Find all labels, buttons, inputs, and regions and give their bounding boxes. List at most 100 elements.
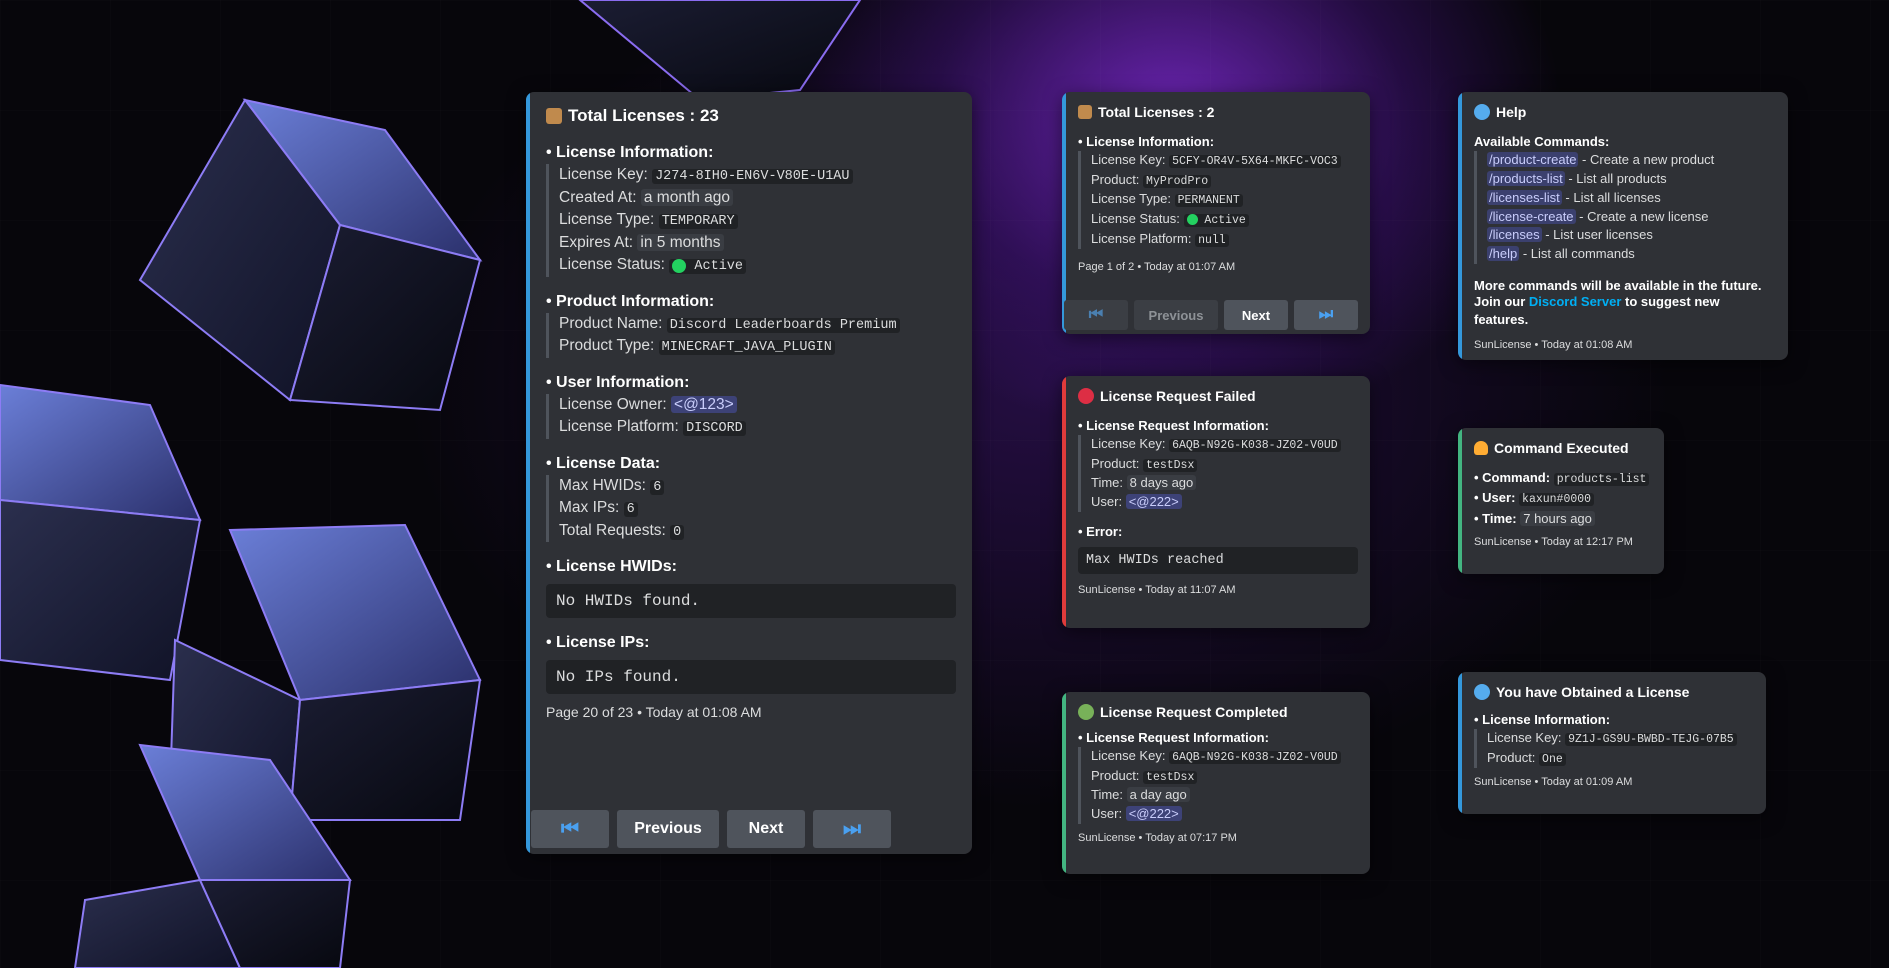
expires-at: in 5 months [637, 233, 724, 251]
embed-title: You have Obtained a License [1474, 684, 1754, 700]
status-dot-icon [1186, 214, 1198, 226]
max-ips: 6 [623, 502, 638, 518]
time: a day ago [1126, 787, 1190, 803]
command-item: /product-create - Create a new product [1487, 151, 1776, 170]
first-page-button[interactable]: ⏮ [531, 810, 609, 848]
user-mention[interactable]: <@222> [1125, 806, 1182, 822]
time-value: 7 hours ago [1520, 510, 1595, 526]
license-key: 5CFY-OR4V-5X64-MKFC-VOC3 [1169, 155, 1341, 168]
command-executed-embed: Command Executed • Command: products-lis… [1458, 428, 1664, 574]
license-platform: DISCORD [683, 421, 746, 437]
total-requests: 0 [670, 524, 685, 540]
embed-footer: SunLicense • Today at 01:09 AM [1474, 776, 1633, 789]
product: testDsx [1143, 770, 1198, 784]
user-mention[interactable]: <@222> [1125, 494, 1182, 510]
section-user-info: User Information: [556, 373, 690, 391]
section-license-data: License Data: [556, 454, 661, 472]
section-ips: License IPs: [556, 634, 650, 652]
max-hwids: 6 [650, 479, 665, 495]
command-mention[interactable]: /help [1487, 246, 1520, 262]
package-icon [1078, 105, 1092, 119]
commands-list: /product-create - Create a new product/p… [1474, 151, 1776, 265]
embed-footer: SunLicense • Today at 11:07 AM [1078, 584, 1236, 597]
command-description: - List all licenses [1561, 189, 1661, 205]
license-platform: null [1195, 233, 1229, 247]
embed-title: Help [1474, 104, 1776, 120]
help-embed: Help Available Commands: /product-create… [1458, 92, 1788, 360]
embed-title: License Request Failed [1078, 388, 1358, 404]
section-hwids: License HWIDs: [556, 558, 677, 576]
command-mention[interactable]: /product-create [1487, 152, 1579, 167]
next-button[interactable]: Next [1224, 300, 1288, 330]
main-license-embed: Total Licenses : 23 • License Informatio… [526, 92, 972, 854]
license-key: 6AQB-N92G-K038-JZ02-V0UD [1169, 439, 1341, 452]
section-product-info: Product Information: [556, 292, 715, 310]
hwids-codeblock: No HWIDs found. [546, 584, 956, 619]
ips-codeblock: No IPs found. [546, 660, 956, 695]
request-failed-embed: License Request Failed • License Request… [1062, 376, 1370, 628]
command-mention[interactable]: /products-list [1487, 170, 1565, 186]
product: One [1539, 752, 1566, 766]
discord-server-link[interactable]: Discord Server [1529, 294, 1622, 309]
command-item: /licenses-list - List all licenses [1487, 189, 1776, 208]
first-page-button[interactable]: ⏮ [1064, 300, 1128, 330]
command-item: /help - List all commands [1487, 245, 1776, 264]
command-mention[interactable]: /licenses [1487, 227, 1542, 243]
previous-button[interactable]: Previous [1134, 300, 1218, 330]
embed-footer: Page 20 of 23 • Today at 01:08 AM [546, 704, 762, 721]
embed-title: Command Executed [1474, 440, 1652, 456]
license-status: Active [1183, 214, 1249, 228]
embed-title: License Request Completed [1078, 704, 1358, 720]
created-at: a month ago [640, 188, 734, 206]
red-circle-icon [1078, 388, 1094, 404]
section-license-info: License Information: [556, 144, 714, 161]
embed-title: Total Licenses : 2 [1078, 104, 1358, 120]
small-pagination: ⏮ Previous Next ⏭ [1064, 300, 1358, 330]
command-item: /products-list - List all products [1487, 170, 1776, 189]
more-commands-note: More commands will be available in the f… [1474, 278, 1762, 294]
next-button[interactable]: Next [727, 810, 805, 848]
commands-header: Available Commands: [1474, 134, 1610, 149]
license-type: TEMPORARY [658, 214, 738, 230]
embed-footer: SunLicense • Today at 07:17 PM [1078, 832, 1237, 845]
user-value: kaxun#0000 [1519, 493, 1595, 507]
command-description: - List user licenses [1541, 227, 1653, 243]
previous-button[interactable]: Previous [617, 810, 719, 848]
error-codeblock: Max HWIDs reached [1078, 547, 1358, 575]
small-license-embed: Total Licenses : 2 • License Information… [1062, 92, 1370, 334]
command-item: /license-create - Create a new license [1487, 208, 1776, 227]
blue-circle-icon [1474, 104, 1490, 120]
package-icon [546, 108, 562, 124]
request-completed-embed: License Request Completed • License Requ… [1062, 692, 1370, 874]
license-key: J274-8IH0-EN6V-V80E-U1AU [652, 169, 853, 184]
bell-icon [1474, 441, 1488, 455]
blue-circle-icon [1474, 684, 1490, 700]
embed-footer: SunLicense • Today at 01:08 AM [1474, 339, 1633, 352]
license-type: PERMANENT [1174, 194, 1243, 208]
command-description: - Create a new product [1578, 152, 1715, 167]
command-value: products-list [1553, 473, 1650, 486]
main-pagination: ⏮ Previous Next ⏭ [531, 810, 891, 848]
license-obtained-embed: You have Obtained a License • License In… [1458, 672, 1766, 814]
green-circle-icon [1078, 704, 1094, 720]
command-description: - Create a new license [1575, 208, 1709, 224]
license-key: 9Z1J-GS9U-BWBD-TEJG-07B5 [1565, 733, 1737, 746]
command-description: - List all products [1564, 170, 1667, 186]
last-page-button[interactable]: ⏭ [1294, 300, 1358, 330]
embed-footer: SunLicense • Today at 12:17 PM [1474, 536, 1633, 548]
license-status: Active [669, 258, 747, 275]
status-dot-icon [672, 258, 687, 273]
join-line: Join our Discord Server to suggest new f… [1474, 294, 1720, 328]
last-page-button[interactable]: ⏭ [813, 810, 891, 848]
time: 8 days ago [1126, 475, 1197, 491]
product: MyProdPro [1143, 174, 1212, 188]
command-mention[interactable]: /licenses-list [1487, 189, 1562, 205]
product: testDsx [1143, 458, 1198, 472]
license-owner-mention[interactable]: <@123> [671, 395, 737, 413]
product-name: Discord Leaderboards Premium [666, 317, 900, 333]
license-key: 6AQB-N92G-K038-JZ02-V0UD [1169, 751, 1341, 764]
embed-title: Total Licenses : 23 [546, 106, 956, 126]
command-mention[interactable]: /license-create [1487, 208, 1576, 224]
embed-footer: Page 1 of 2 • Today at 01:07 AM [1078, 261, 1236, 274]
command-description: - List all commands [1519, 246, 1635, 262]
